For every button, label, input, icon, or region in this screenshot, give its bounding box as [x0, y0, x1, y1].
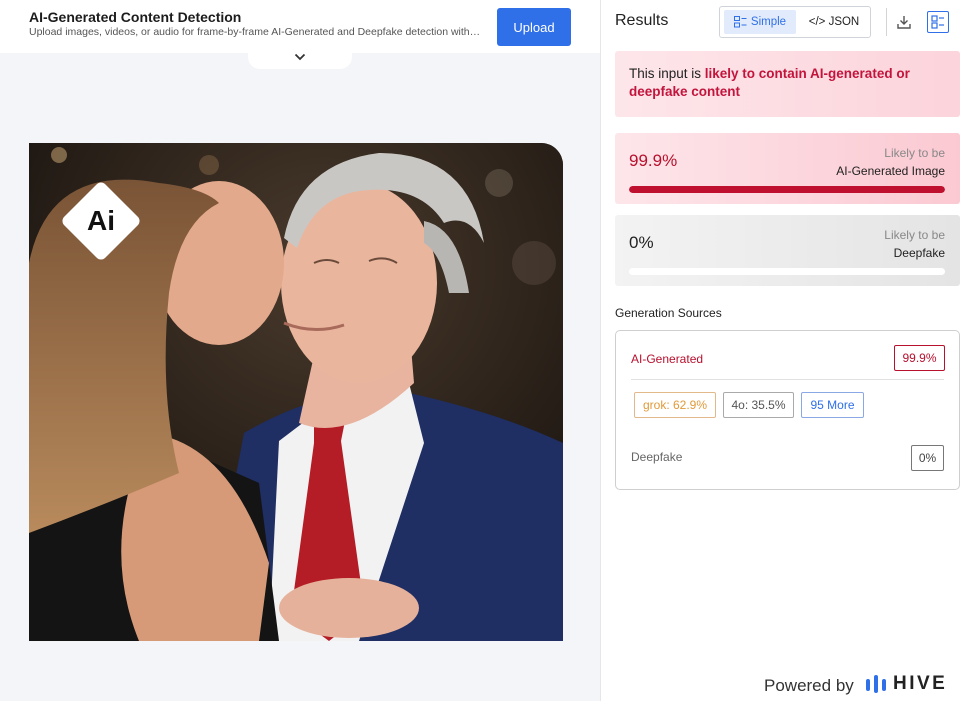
deepfake-type: Deepfake: [893, 246, 945, 260]
deepfake-score-card: 0% Likely to be Deepfake: [615, 215, 960, 286]
results-title: Results: [615, 12, 669, 29]
source-deepfake-label: Deepfake: [631, 450, 683, 464]
source-ai-generated-label: AI-Generated: [631, 352, 704, 366]
hive-brand-text: HIVE: [893, 673, 948, 694]
source-chip-4o[interactable]: 4o: 35.5%: [723, 392, 794, 418]
download-icon: [897, 16, 911, 29]
deepfake-score-label: Likely to be Deepfake: [884, 226, 945, 262]
simple-view-tab[interactable]: Simple: [724, 10, 796, 34]
hive-logo[interactable]: HIVE: [865, 673, 947, 695]
download-button[interactable]: [893, 11, 915, 33]
deepfake-caption: Likely to be: [884, 228, 945, 242]
json-view-tab[interactable]: </> JSON: [800, 10, 868, 34]
sources-divider: [631, 379, 944, 380]
source-deepfake-value: 0%: [911, 445, 944, 471]
upload-button[interactable]: Upload: [497, 8, 571, 46]
ai-generated-score-label: Likely to be AI-Generated Image: [836, 144, 945, 180]
simple-view-label: Simple: [750, 16, 787, 28]
ai-generated-score-card: 99.9% Likely to be AI-Generated Image: [615, 133, 960, 204]
generation-sources-panel: AI-Generated 99.9% grok: 62.9% 4o: 35.5%…: [615, 330, 960, 490]
ai-generated-caption: Likely to be: [884, 146, 945, 160]
powered-by-text: Powered by: [764, 676, 854, 695]
ai-generated-type: AI-Generated Image: [836, 164, 945, 178]
ai-generated-progress-fill: [629, 186, 945, 193]
source-chip-grok[interactable]: grok: 62.9%: [634, 392, 716, 418]
deepfake-progress-track: [629, 268, 945, 275]
upload-pane: AI-Generated Content Detection Upload im…: [0, 0, 600, 701]
layout-toggle-button[interactable]: [927, 11, 949, 33]
hive-logo-icon: [866, 675, 886, 693]
page-title: AI-Generated Content Detection: [29, 9, 242, 25]
source-ai-generated-value: 99.9%: [894, 345, 945, 371]
toolbar-separator: [886, 8, 887, 36]
chevron-down-icon: [294, 53, 306, 61]
ai-badge-text: Ai: [87, 205, 115, 236]
page-subtitle: Upload images, videos, or audio for fram…: [29, 26, 481, 38]
layout-icon: [931, 15, 944, 29]
ai-generated-progress-track: [629, 186, 945, 193]
pane-divider: [600, 0, 601, 701]
json-view-label: </> JSON: [808, 16, 860, 28]
ai-generated-score: 99.9%: [629, 151, 678, 170]
more-sources-button[interactable]: 95 More: [801, 392, 864, 418]
simple-view-icon: [733, 16, 747, 28]
deepfake-score: 0%: [629, 233, 654, 252]
ai-badge-icon: Ai: [62, 182, 140, 260]
verdict-prefix: This input is: [629, 66, 705, 81]
generation-sources-title: Generation Sources: [615, 306, 722, 320]
view-toggle: Simple </> JSON: [719, 6, 871, 38]
expand-header-toggle[interactable]: [248, 51, 352, 69]
verdict-banner: This input is likely to contain AI-gener…: [615, 51, 960, 117]
header-bar: AI-Generated Content Detection Upload im…: [0, 0, 600, 53]
